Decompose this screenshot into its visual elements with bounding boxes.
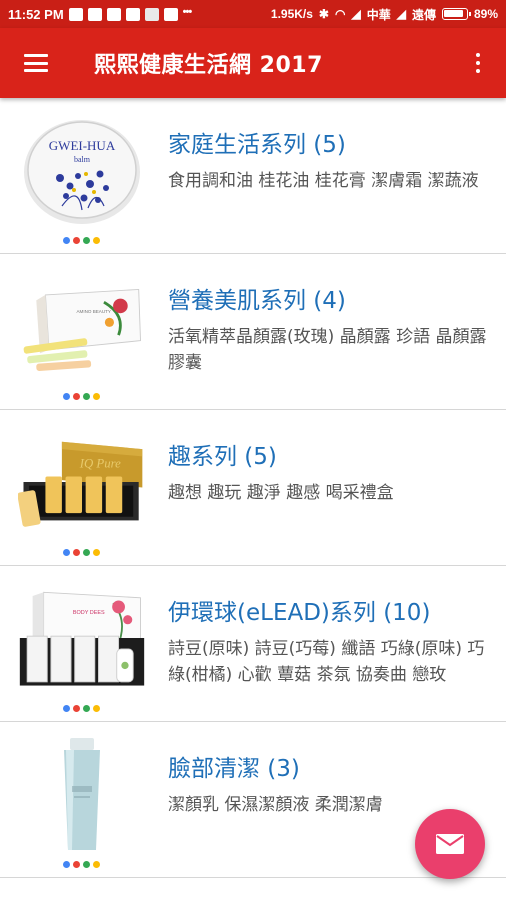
product-image: BODY DEES [18, 582, 146, 694]
svg-text:GWEI-HUA: GWEI-HUA [49, 138, 116, 153]
more-notifications-icon [183, 6, 199, 21]
category-title: 伊環球(eLEAD)系列 (10) [168, 600, 431, 626]
page-title: 熙熙健康生活網 2017 [94, 53, 323, 78]
status-time: 11:52 PM [8, 6, 64, 22]
battery-icon [441, 8, 471, 20]
category-products: 活氧精萃晶顏露(玫瑰) 晶顏露 珍語 晶顏露膠囊 [168, 327, 487, 373]
notification-icon [163, 7, 178, 21]
category-products: 趣想 趣玩 趣淨 趣感 喝采禮盒 [168, 483, 394, 503]
product-image: GWEI-HUA balm [18, 114, 146, 226]
svg-text:IQ Pure: IQ Pure [79, 456, 121, 470]
list-item[interactable]: IQ Pure 趣系列 (5) 趣想 趣玩 趣淨 趣感 喝采禮盒 [0, 410, 506, 566]
menu-button[interactable] [0, 28, 72, 98]
app-toolbar: 熙熙健康生活網 2017 [0, 28, 506, 98]
product-image [18, 738, 146, 850]
color-dots [63, 861, 100, 868]
carrier-2: 遠傳 [411, 7, 436, 22]
signal-icon: ◢ [396, 7, 406, 21]
category-products: 詩豆(原味) 詩豆(巧莓) 纖語 巧綠(原味) 巧綠(柑橘) 心歡 蕈菇 茶氛 … [168, 639, 485, 685]
list-item[interactable]: BODY DEES 伊環球(eLEAD)系列 (10) 詩豆(原味) 詩豆(巧莓… [0, 566, 506, 722]
color-dots [63, 705, 100, 712]
hamburger-menu-icon [24, 54, 48, 72]
carrier-1: 中華 [366, 7, 391, 22]
category-products: 食用調和油 桂花油 桂花膏 潔膚霜 潔蔬液 [168, 171, 479, 191]
product-image: AMINO BEAUTY [18, 270, 146, 382]
svg-text:AMINO BEAUTY: AMINO BEAUTY [77, 309, 111, 314]
status-bar: 11:52 PM 1.95K/s ✱ ◠ ◢ 中華 ◢ 遠傳 89% [0, 0, 506, 28]
color-dots [63, 549, 100, 556]
notification-icon [87, 7, 102, 21]
notification-icon [68, 7, 83, 21]
category-title: 家庭生活系列 (5) [168, 132, 346, 158]
wifi-icon: ◠ [334, 7, 346, 21]
category-title: 臉部清潔 (3) [168, 756, 300, 782]
battery-level: 89% [473, 7, 498, 21]
bluetooth-icon: ✱ [318, 7, 329, 21]
color-dots [63, 237, 100, 244]
svg-text:BODY DEES: BODY DEES [73, 610, 105, 616]
notification-icon [106, 7, 121, 21]
network-speed: 1.95K/s [270, 7, 313, 21]
overflow-menu-button[interactable] [450, 28, 506, 98]
mail-icon [436, 834, 464, 854]
list-item[interactable]: AMINO BEAUTY 營養美肌系列 (4) 活氧精萃晶顏露(玫瑰) 晶顏露 … [0, 254, 506, 410]
category-list: GWEI-HUA balm 家庭生活系列 (5) 食用調和油 桂花油 桂花膏 潔… [0, 98, 506, 900]
category-title: 營養美肌系列 (4) [168, 288, 346, 314]
category-title: 趣系列 (5) [168, 444, 277, 470]
list-item[interactable]: GWEI-HUA balm 家庭生活系列 (5) 食用調和油 桂花油 桂花膏 潔… [0, 98, 506, 254]
more-vert-icon [476, 53, 480, 73]
color-dots [63, 393, 100, 400]
notification-icon [125, 7, 140, 21]
signal-icon: ◢ [351, 7, 361, 21]
svg-text:balm: balm [74, 155, 91, 164]
mail-notification-icon [144, 7, 159, 21]
mail-fab-button[interactable] [415, 809, 485, 879]
product-image: IQ Pure [18, 426, 146, 538]
